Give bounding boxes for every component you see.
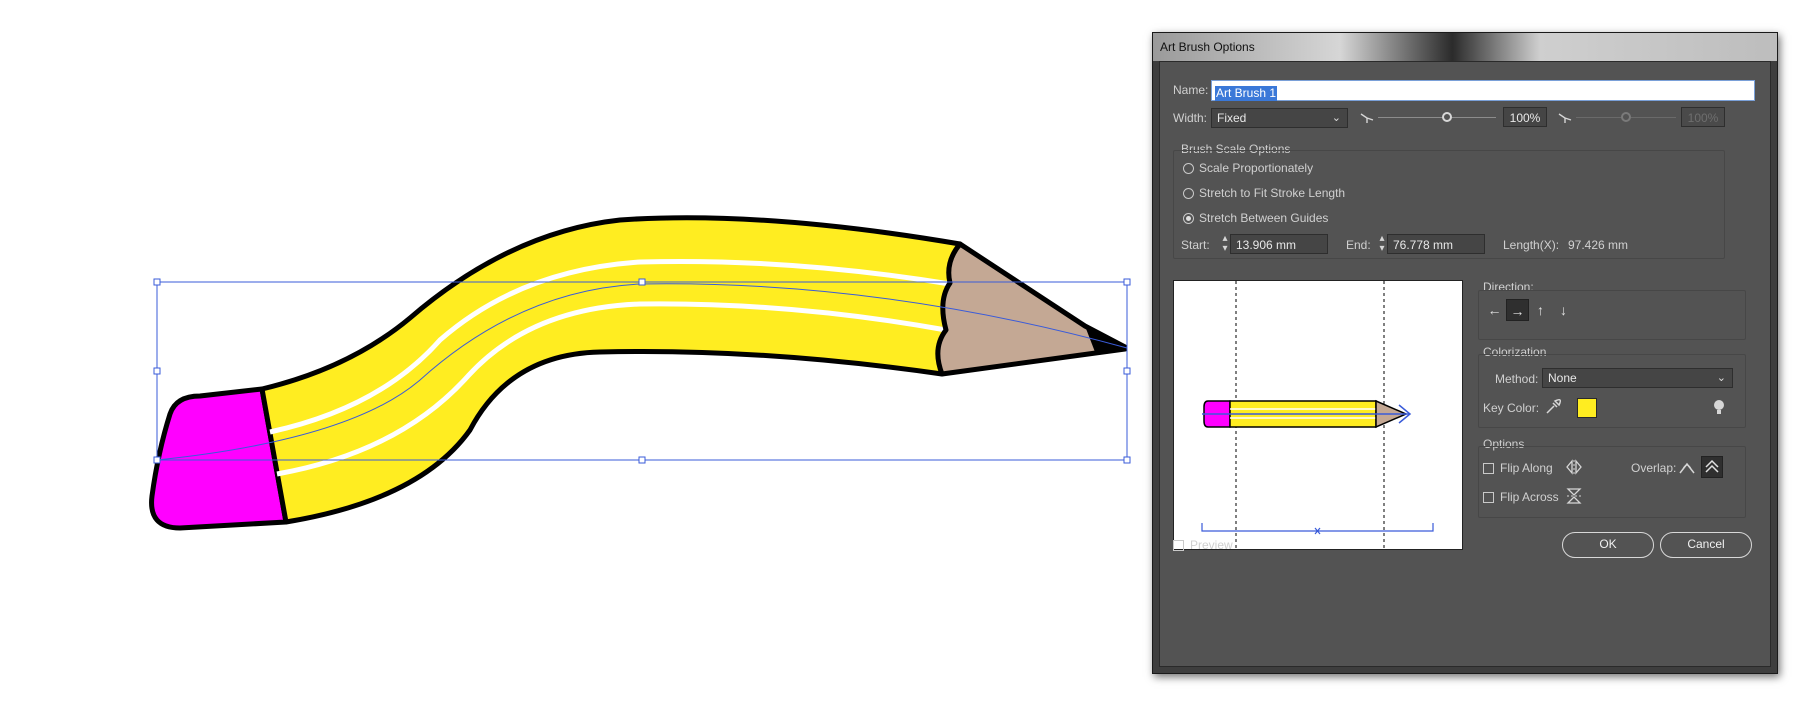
direction-right-button[interactable]: → bbox=[1506, 299, 1529, 321]
dialog-titlebar[interactable]: Art Brush Options bbox=[1153, 33, 1777, 61]
width-select-value: Fixed bbox=[1217, 111, 1247, 125]
length-value: 97.426 mm bbox=[1568, 238, 1629, 252]
direction-left-button[interactable]: ← bbox=[1483, 299, 1506, 321]
name-input-value: Art Brush 1 bbox=[1215, 86, 1278, 101]
radio-stretch-between-guides[interactable] bbox=[1183, 213, 1194, 224]
width-select[interactable]: Fixed ⌄ bbox=[1211, 108, 1348, 128]
brush-preview[interactable] bbox=[1173, 280, 1463, 550]
end-input[interactable]: 76.778 mm bbox=[1387, 234, 1485, 254]
variation-percent-input: 100% bbox=[1681, 107, 1725, 127]
flip-along-checkbox[interactable] bbox=[1483, 463, 1494, 474]
flip-across-icon bbox=[1566, 488, 1582, 504]
flip-along-icon bbox=[1566, 459, 1582, 475]
ok-button[interactable]: OK bbox=[1562, 532, 1654, 558]
start-input[interactable]: 13.906 mm bbox=[1230, 234, 1328, 254]
start-stepper[interactable]: ▴ ▾ bbox=[1220, 234, 1230, 254]
name-input[interactable]: Art Brush 1 bbox=[1211, 80, 1755, 101]
flip-across-checkbox[interactable] bbox=[1483, 492, 1494, 503]
stretch-between-guides-label: Stretch Between Guides bbox=[1199, 211, 1329, 225]
length-label: Length(X): bbox=[1503, 238, 1560, 252]
key-color-label: Key Color: bbox=[1483, 401, 1540, 415]
width-profile-icon bbox=[1360, 113, 1374, 123]
name-label: Name: bbox=[1173, 83, 1209, 97]
width-label: Width: bbox=[1173, 111, 1208, 125]
pencil-wood-tip bbox=[935, 241, 1128, 377]
radio-scale-proportionately[interactable] bbox=[1183, 163, 1194, 174]
overlap-hide-button[interactable] bbox=[1701, 456, 1723, 478]
variation-slider-knob bbox=[1621, 112, 1631, 122]
width-variation-icon bbox=[1558, 113, 1572, 123]
chevron-down-icon: ⌄ bbox=[1716, 372, 1726, 384]
direction-down-button[interactable]: ↓ bbox=[1552, 299, 1575, 321]
method-select[interactable]: None ⌄ bbox=[1542, 368, 1733, 388]
width-percent-input[interactable]: 100% bbox=[1503, 107, 1547, 127]
end-stepper[interactable]: ▴ ▾ bbox=[1377, 234, 1387, 254]
width-slider-knob[interactable] bbox=[1442, 112, 1452, 122]
flip-along-label: Flip Along bbox=[1500, 461, 1553, 475]
overlap-label: Overlap: bbox=[1631, 461, 1677, 475]
start-label: Start: bbox=[1181, 238, 1210, 252]
width-slider-track[interactable] bbox=[1378, 117, 1496, 118]
dialog-title: Art Brush Options bbox=[1160, 40, 1255, 54]
eyedropper-icon[interactable] bbox=[1544, 398, 1562, 416]
scale-proportionately-label: Scale Proportionately bbox=[1199, 161, 1314, 175]
cancel-button[interactable]: Cancel bbox=[1660, 532, 1752, 558]
preview-label: Preview bbox=[1190, 538, 1233, 552]
overlap-hide-icon bbox=[1705, 459, 1719, 473]
end-label: End: bbox=[1346, 238, 1371, 252]
stretch-to-fit-label: Stretch to Fit Stroke Length bbox=[1199, 186, 1346, 200]
preview-checkbox[interactable] bbox=[1173, 540, 1184, 551]
tips-bulb-icon[interactable] bbox=[1713, 399, 1725, 417]
overlap-adjust-icon[interactable] bbox=[1677, 458, 1697, 478]
art-brush-options-dialog: Art Brush Options Name: Art Brush 1 Widt… bbox=[1152, 32, 1778, 674]
dialog-content: Name: Art Brush 1 Width: Fixed ⌄ 100% 10… bbox=[1159, 61, 1771, 667]
preview-pencil-icon bbox=[1201, 281, 1434, 549]
method-label: Method: bbox=[1495, 372, 1539, 386]
curved-pencil-artwork[interactable] bbox=[149, 215, 1131, 531]
artboard-canvas[interactable] bbox=[0, 0, 1150, 722]
flip-across-label: Flip Across bbox=[1500, 490, 1559, 504]
chevron-down-icon: ⌄ bbox=[1331, 112, 1341, 124]
colorization-group bbox=[1478, 354, 1746, 428]
key-color-swatch[interactable] bbox=[1577, 398, 1597, 418]
radio-stretch-to-fit[interactable] bbox=[1183, 188, 1194, 199]
direction-up-button[interactable]: ↑ bbox=[1529, 299, 1552, 321]
method-select-value: None bbox=[1548, 371, 1577, 385]
